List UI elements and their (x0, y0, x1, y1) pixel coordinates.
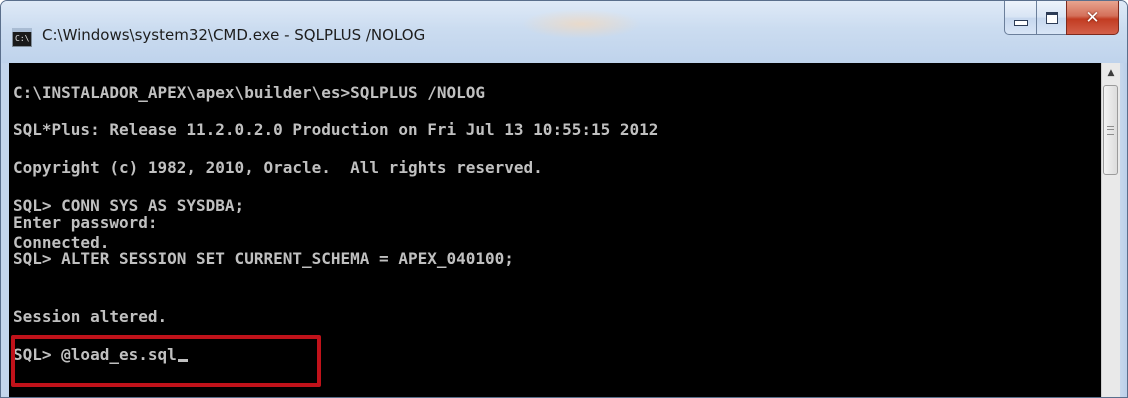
close-button[interactable]: ✕ (1066, 1, 1119, 35)
window-frame-right (1120, 63, 1127, 397)
title-glow (521, 9, 641, 39)
close-icon: ✕ (1085, 7, 1100, 28)
minimize-icon (1013, 19, 1028, 26)
window-controls: ✕ (1004, 1, 1119, 39)
scroll-up-arrow-icon[interactable]: ▲ (1102, 63, 1120, 83)
minimize-button[interactable] (1004, 1, 1036, 35)
console-line: SQL> ALTER SESSION SET CURRENT_SCHEMA = … (13, 249, 514, 268)
console-line: SQL*Plus: Release 11.2.0.2.0 Production … (13, 120, 659, 139)
window-title: C:\Windows\system32\CMD.exe - SQLPLUS /N… (42, 26, 426, 44)
console-line: C:\INSTALADOR_APEX\apex\builder\es>SQLPL… (13, 83, 486, 102)
cmd-app-icon[interactable]: C:\ (12, 28, 32, 47)
console-line: Copyright (c) 1982, 2010, Oracle. All ri… (13, 158, 543, 177)
maximize-button[interactable] (1036, 1, 1066, 35)
console-line: Session altered. (13, 307, 168, 326)
highlight-box (11, 335, 321, 387)
cmd-icon-label: C:\ (15, 34, 30, 43)
title-bar[interactable]: C:\ C:\Windows\system32\CMD.exe - SQLPLU… (1, 1, 1127, 63)
maximize-icon (1045, 11, 1058, 24)
scrollbar-thumb[interactable] (1103, 85, 1118, 175)
grip-icon (1107, 125, 1114, 135)
console-line: Enter password: (13, 213, 158, 232)
console-lines: C:\INSTALADOR_APEX\apex\builder\es>SQLPL… (13, 63, 658, 364)
cmd-window: C:\ C:\Windows\system32\CMD.exe - SQLPLU… (0, 0, 1128, 398)
vertical-scrollbar[interactable]: ▲ (1101, 63, 1120, 397)
